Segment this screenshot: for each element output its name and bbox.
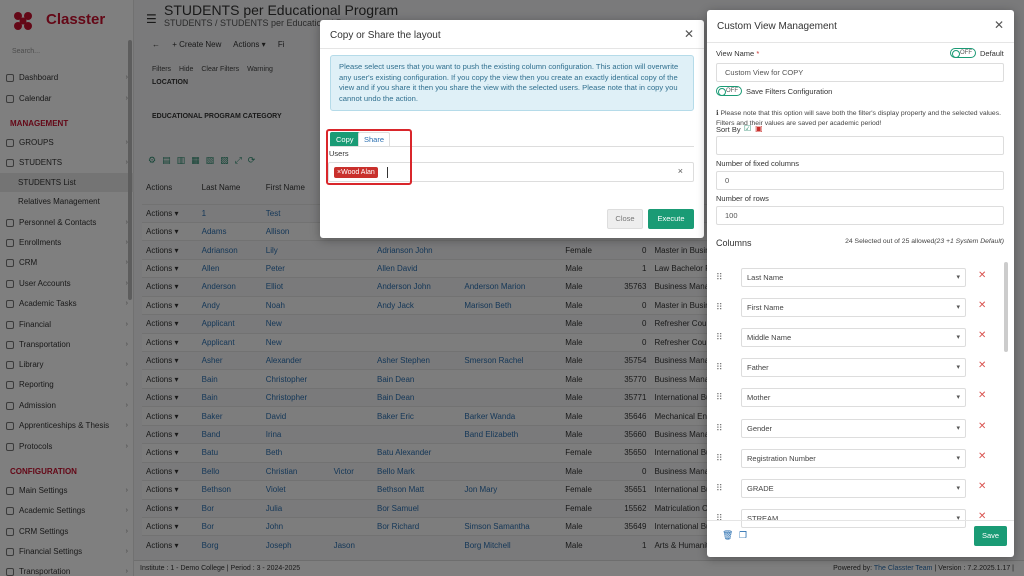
remove-column-icon[interactable]: ✕ — [978, 300, 986, 311]
panel-footer-divider — [707, 520, 1014, 521]
column-config-row: ⠿ Gender ▾ ✕ — [716, 418, 994, 438]
copy-icon[interactable]: ❐ — [739, 530, 747, 541]
custom-view-panel: Custom View Management ✕ View Name * OFF… — [707, 10, 1014, 557]
column-config-row: ⠿ Registration Number ▾ ✕ — [716, 448, 994, 468]
remove-column-icon[interactable]: ✕ — [978, 330, 986, 341]
column-select[interactable]: Mother ▾ — [741, 388, 966, 408]
execute-button[interactable]: Execute — [648, 209, 694, 229]
panel-scrollbar[interactable] — [1004, 262, 1008, 352]
column-select-value: STREAM — [747, 513, 779, 523]
column-config-row: ⠿ Middle Name ▾ ✕ — [716, 328, 994, 348]
drag-handle-icon[interactable]: ⠿ — [716, 362, 723, 373]
remove-column-icon[interactable]: ✕ — [978, 421, 986, 432]
save-button[interactable]: Save — [974, 526, 1007, 546]
columns-count-note: (23 +1 System Default) — [934, 238, 1004, 245]
column-select-value: Middle Name — [747, 333, 792, 343]
column-select-value: First Name — [747, 303, 784, 313]
chevron-down-icon: ▾ — [956, 394, 960, 402]
column-select-value: Registration Number — [747, 453, 816, 463]
close-icon[interactable]: ✕ — [684, 27, 694, 41]
chevron-down-icon: ▾ — [956, 334, 960, 342]
chevron-down-icon: ▾ — [956, 484, 960, 492]
drag-handle-icon[interactable]: ⠿ — [716, 392, 723, 403]
drag-handle-icon[interactable]: ⠿ — [716, 453, 723, 464]
trash-icon[interactable]: 🗑 — [722, 530, 733, 541]
column-select[interactable]: Gender ▾ — [741, 418, 966, 438]
view-name-text: View Name — [716, 49, 755, 58]
panel-divider — [707, 42, 1014, 43]
chevron-down-icon: ▾ — [956, 304, 960, 312]
sort-by-label: Sort By — [716, 125, 741, 134]
required-mark: * — [756, 49, 760, 58]
panel-close-icon[interactable]: ✕ — [994, 18, 1004, 32]
column-config-row: ⠿ Last Name ▾ ✕ — [716, 268, 994, 287]
chevron-down-icon: ▾ — [956, 274, 960, 281]
panel-title: Custom View Management — [717, 21, 837, 32]
drag-handle-icon[interactable]: ⠿ — [716, 513, 723, 524]
modal-title: Copy or Share the layout — [330, 30, 441, 41]
remove-sort-icon[interactable]: ▣ — [755, 124, 763, 133]
chevron-down-icon: ▾ — [956, 454, 960, 462]
fixed-columns-label: Number of fixed columns — [716, 159, 799, 168]
column-config-row: ⠿ STREAM ▾ ✕ — [716, 508, 994, 528]
view-name-label: View Name * — [716, 49, 759, 58]
rows-input[interactable]: 100 — [716, 206, 1004, 225]
column-select-value: Mother — [747, 393, 771, 403]
chevron-down-icon: ▾ — [956, 514, 960, 522]
column-select-value: Last Name — [747, 273, 784, 282]
modal-divider — [320, 48, 704, 49]
remove-column-icon[interactable]: ✕ — [978, 270, 986, 281]
save-filters-label: Save Filters Configuration — [746, 87, 833, 96]
column-select[interactable]: Registration Number ▾ — [741, 448, 966, 468]
copy-share-modal: Copy or Share the layout ✕ Please select… — [320, 20, 704, 238]
chevron-down-icon: ▾ — [956, 364, 960, 372]
column-config-row: ⠿ Father ▾ ✕ — [716, 358, 994, 378]
remove-column-icon[interactable]: ✕ — [978, 451, 986, 462]
save-filters-toggle[interactable]: OFF — [716, 86, 742, 96]
remove-column-icon[interactable]: ✕ — [978, 360, 986, 371]
drag-handle-icon[interactable]: ⠿ — [716, 423, 723, 434]
column-select[interactable]: Last Name ▾ — [741, 268, 966, 287]
column-select-value: GRADE — [747, 483, 774, 493]
drag-handle-icon[interactable]: ⠿ — [716, 272, 723, 283]
drag-handle-icon[interactable]: ⠿ — [716, 332, 723, 343]
drag-handle-icon[interactable]: ⠿ — [716, 302, 723, 313]
column-config-row: ⠿ Mother ▾ ✕ — [716, 388, 994, 408]
column-select[interactable]: Middle Name ▾ — [741, 328, 966, 348]
column-select-value: Gender — [747, 423, 773, 433]
column-config-row: ⠿ First Name ▾ ✕ — [716, 298, 994, 318]
view-name-input[interactable]: Custom View for COPY — [716, 63, 1004, 82]
column-select[interactable]: First Name ▾ — [741, 298, 966, 318]
columns-count-text: 24 Selected out of 25 allowed — [845, 238, 935, 245]
sort-by-actions: ☑ ▣ — [744, 124, 763, 133]
default-label: Default — [980, 49, 1004, 58]
remove-column-icon[interactable]: ✕ — [978, 481, 986, 492]
edit-sort-icon[interactable]: ☑ — [744, 124, 751, 133]
info-alert: Please select users that you want to pus… — [330, 55, 694, 111]
chevron-down-icon: ▾ — [956, 424, 960, 432]
close-button[interactable]: Close — [607, 209, 643, 229]
column-select[interactable]: Father ▾ — [741, 358, 966, 378]
sort-by-input[interactable] — [716, 136, 1004, 155]
column-select[interactable]: GRADE ▾ — [741, 478, 966, 498]
drag-handle-icon[interactable]: ⠿ — [716, 483, 723, 494]
column-select-value: Father — [747, 363, 769, 373]
clear-users-icon[interactable]: × — [678, 166, 683, 176]
fixed-columns-input[interactable]: 0 — [716, 171, 1004, 190]
columns-title: Columns — [716, 238, 752, 248]
column-config-row: ⠿ GRADE ▾ ✕ — [716, 478, 994, 498]
column-select[interactable]: STREAM ▾ — [741, 508, 966, 528]
annotation-highlight-box — [326, 129, 412, 185]
columns-count: 24 Selected out of 25 allowed(23 +1 Syst… — [845, 238, 1004, 245]
rows-label: Number of rows — [716, 194, 769, 203]
remove-column-icon[interactable]: ✕ — [978, 390, 986, 401]
default-toggle[interactable]: OFF — [950, 48, 976, 58]
